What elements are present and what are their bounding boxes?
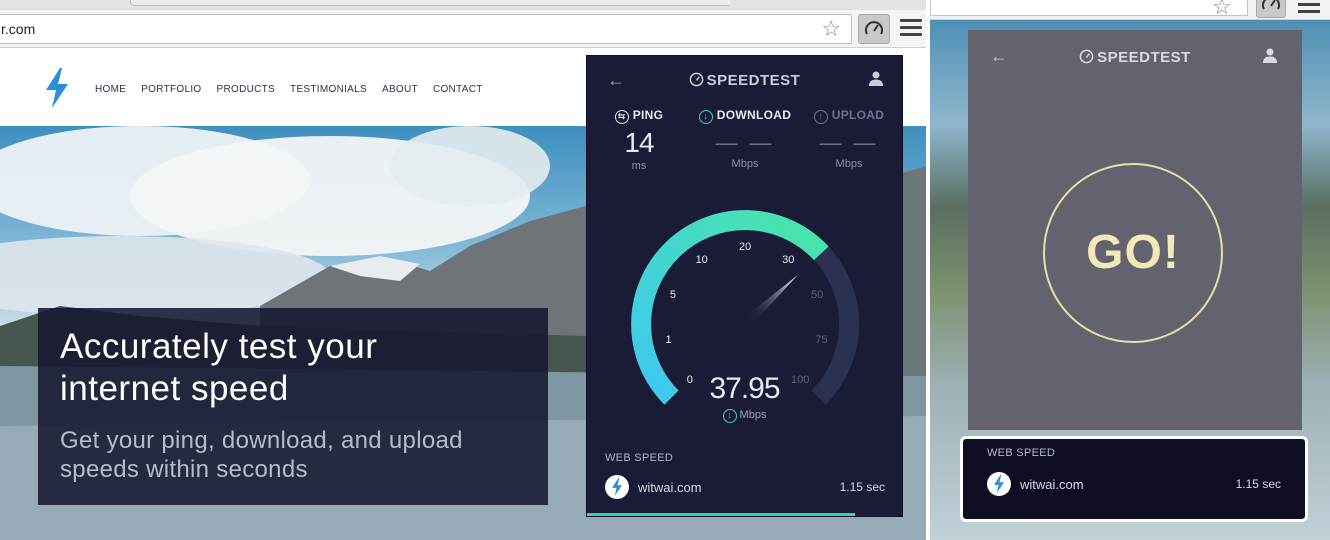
ping-label: PING (632, 108, 664, 122)
web-speed-time: 1.15 sec (839, 480, 885, 494)
speedtest-logo: SPEEDTEST (968, 49, 1302, 66)
star-icon[interactable]: ☆ (821, 17, 841, 41)
address-bar-url: r.com (1, 21, 36, 37)
ping-stat: ⇆ PING 14 ms (589, 108, 689, 172)
user-icon[interactable] (868, 70, 884, 86)
upload-unit: Mbps (835, 158, 863, 170)
speedtest-popup-go: ← SPEEDTEST GO! (968, 30, 1302, 430)
web-speed-progress-bar (587, 513, 855, 516)
user-icon[interactable] (1262, 47, 1278, 63)
current-speed-value: 37.95 (709, 372, 780, 405)
star-icon[interactable]: ☆ (1212, 0, 1232, 20)
hero-card: Accurately test your internet speed Get y… (38, 308, 548, 505)
web-speed-site: witwai.com (1020, 477, 1084, 492)
gauge-tick-20: 20 (739, 241, 751, 253)
ping-icon: ⇆ (614, 110, 629, 124)
web-speed-card[interactable]: WEB SPEED witwai.com 1.15 sec (960, 436, 1308, 522)
hero-subtitle: Get your ping, download, and upload speed… (60, 427, 463, 483)
gauge-progress-arc (631, 210, 829, 405)
gauge-tick-30: 30 (782, 254, 794, 266)
gauge-tick-5: 5 (670, 289, 676, 301)
download-label: DOWNLOAD (716, 108, 792, 122)
address-bar[interactable]: r.com ☆ (0, 14, 852, 44)
hamburger-menu-icon[interactable] (1298, 0, 1320, 17)
browser-window-left: r.com ☆ HOME PORTFOLIO PRODUCTS TESTIMON… (0, 0, 926, 540)
download-icon: ↓ (722, 409, 737, 423)
nav-testimonials[interactable]: TESTIMONIALS (290, 84, 367, 95)
web-speed-time: 1.15 sec (1235, 477, 1281, 491)
upload-stat: ↑ UPLOAD — — Mbps (799, 108, 899, 170)
speedometer-icon (1079, 49, 1094, 64)
go-button-label: GO! (1086, 226, 1180, 279)
address-bar-right[interactable] (930, 0, 1248, 16)
download-value: — — (715, 130, 775, 155)
nav-about[interactable]: ABOUT (382, 84, 418, 95)
browser-window-right: ☆ ← SPEEDTEST GO! WEB SPEED witwai.com 1… (930, 0, 1330, 540)
upload-value: — — (819, 130, 879, 155)
nav-products[interactable]: PRODUCTS (217, 84, 276, 95)
speedometer-icon (689, 72, 703, 87)
web-speed-site: witwai.com (638, 480, 702, 495)
witwai-site-icon (987, 472, 1011, 496)
gauge-needle (747, 275, 798, 323)
download-icon: ↓ (698, 110, 713, 124)
current-speed-unit: ↓ Mbps (587, 409, 902, 423)
active-tab[interactable] (130, 0, 730, 6)
ping-value: 14 (624, 127, 654, 158)
web-speed-label: WEB SPEED (605, 452, 674, 464)
hamburger-menu-icon[interactable] (900, 19, 922, 37)
gauge-tick-75: 75 (815, 334, 827, 346)
web-speed-label: WEB SPEED (987, 447, 1056, 459)
nav-portfolio[interactable]: PORTFOLIO (141, 84, 201, 95)
speedometer-icon (1262, 0, 1280, 10)
speedtest-popup-results: ← SPEEDTEST ⇆ PING 14 ms ↓ DOWNLOAD — — Mb… (586, 55, 903, 517)
speedtest-extension-button[interactable] (1256, 0, 1286, 18)
site-nav: HOME PORTFOLIO PRODUCTS TESTIMONIALS ABO… (95, 84, 483, 95)
download-unit: Mbps (731, 158, 759, 170)
upload-label: UPLOAD (831, 108, 885, 122)
browser-toolbar: r.com ☆ (0, 10, 926, 48)
gauge-tick-1: 1 (665, 334, 671, 346)
witwai-site-icon (605, 475, 629, 499)
ping-unit: ms (631, 160, 647, 172)
speedometer-icon (865, 21, 883, 35)
upload-icon: ↑ (813, 110, 828, 124)
hero-title: Accurately test your internet speed (60, 327, 378, 408)
download-stat: ↓ DOWNLOAD — — Mbps (695, 108, 795, 170)
gauge-tick-10: 10 (696, 254, 708, 266)
nav-home[interactable]: HOME (95, 84, 126, 95)
lightning-bolt-icon[interactable] (44, 68, 70, 113)
go-button[interactable]: GO! (1043, 163, 1223, 343)
speedtest-extension-button[interactable] (858, 14, 890, 44)
nav-contact[interactable]: CONTACT (433, 84, 483, 95)
browser-toolbar-right: ☆ (930, 0, 1330, 20)
gauge-tick-50: 50 (811, 289, 823, 301)
web-speed-row[interactable]: witwai.com 1.15 sec (605, 475, 885, 501)
speedtest-logo: SPEEDTEST (587, 72, 902, 89)
